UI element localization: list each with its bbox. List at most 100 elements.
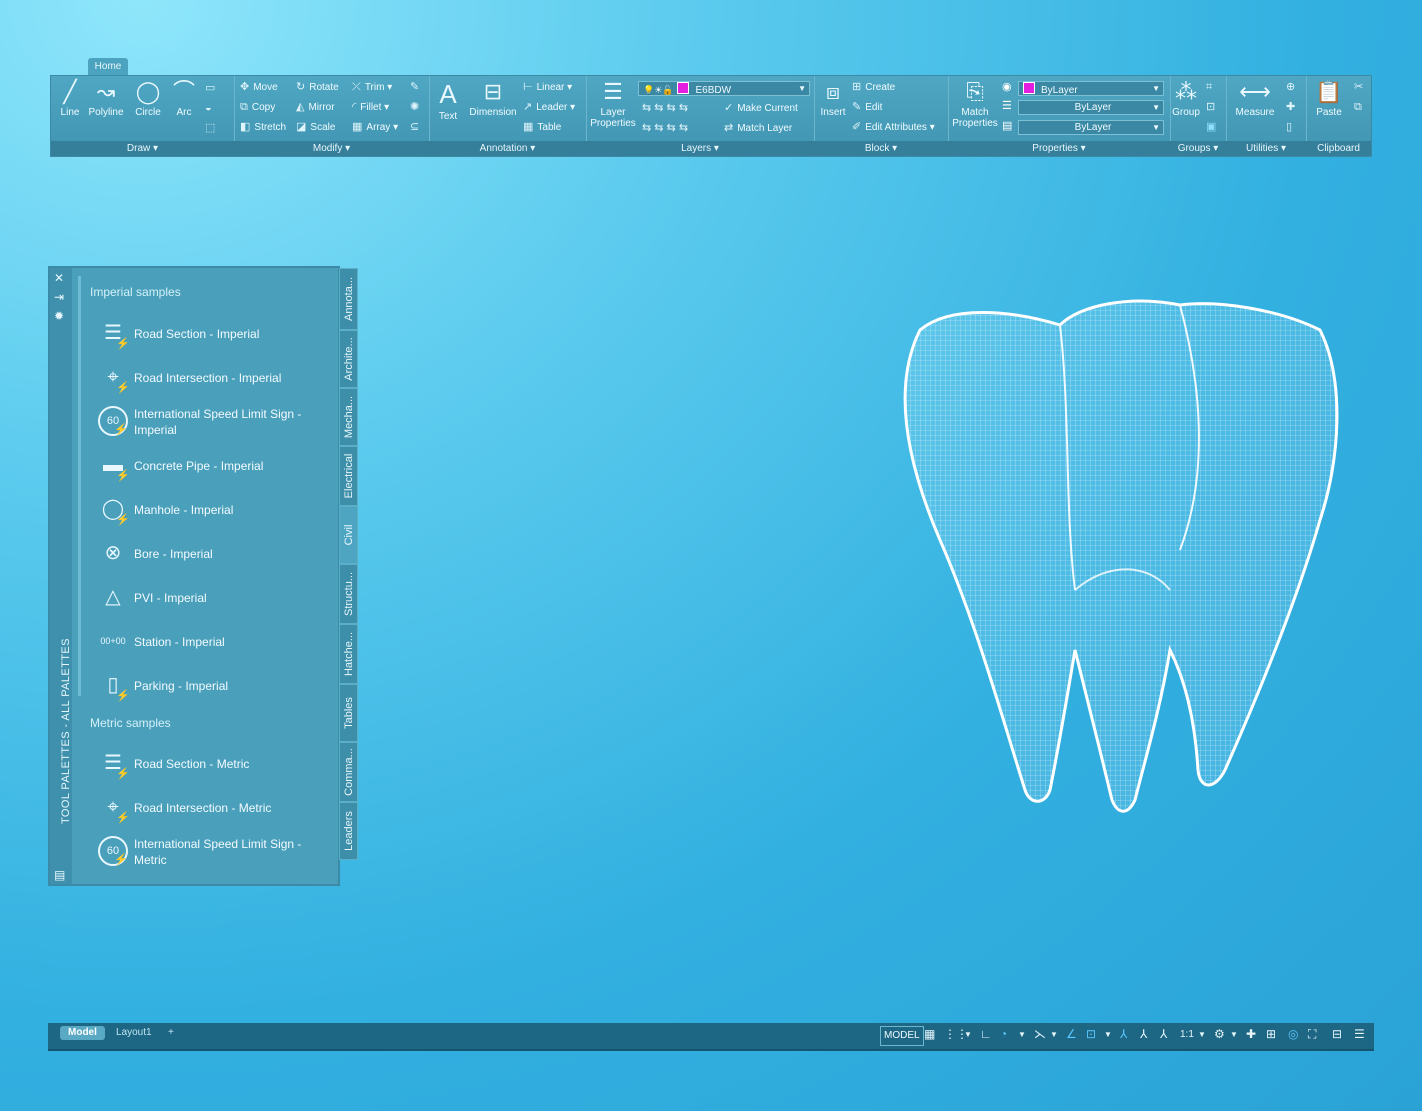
palette-tab[interactable]: Comma...: [339, 742, 358, 802]
annotation-panel-title[interactable]: Annotation ▾: [429, 141, 586, 156]
copy-clip-button[interactable]: ⧉: [1354, 99, 1366, 116]
trim-button[interactable]: ⤫ Trim ▾: [352, 79, 392, 96]
edit-block-button[interactable]: ✎ Edit: [852, 99, 882, 116]
explode-button[interactable]: ✺: [410, 99, 423, 116]
modify-panel-title[interactable]: Modify ▾: [234, 141, 429, 156]
tool-item[interactable]: ⊗ Bore - Imperial: [98, 534, 334, 574]
scale-button[interactable]: ◪ Scale: [296, 119, 335, 136]
object-snap-icon[interactable]: ⊡: [1086, 1027, 1096, 1041]
linear-button[interactable]: ⊢ Linear ▾: [523, 79, 572, 96]
layer-properties-button[interactable]: ☰ Layer Properties: [588, 79, 638, 137]
ungroup-button[interactable]: ⌗: [1206, 79, 1216, 96]
tool-item[interactable]: ☰ ⚡ Road Section - Imperial: [98, 314, 334, 354]
chevron-down-icon[interactable]: ▼: [1198, 1030, 1206, 1039]
chevron-down-icon[interactable]: ▼: [1230, 1030, 1238, 1039]
model-space-indicator[interactable]: MODEL: [880, 1026, 924, 1046]
annotation-visibility-icon[interactable]: ⅄: [1120, 1027, 1127, 1041]
group-select-button[interactable]: ▣: [1206, 119, 1220, 136]
clean-screen-icon[interactable]: ⊟: [1332, 1027, 1342, 1041]
boundary-button[interactable]: ⬚: [205, 120, 219, 137]
insert-button[interactable]: ⧈ Insert: [816, 79, 850, 137]
gear-icon[interactable]: ✹: [54, 309, 64, 323]
palette-tab[interactable]: Archite...: [339, 330, 358, 388]
annotation-scale-icon[interactable]: ⅄: [1160, 1027, 1167, 1041]
tool-item[interactable]: ⌖ ⚡ Road Intersection - Imperial: [98, 358, 334, 398]
chevron-down-icon[interactable]: ▼: [964, 1030, 972, 1039]
object-snap-tracking-icon[interactable]: ∠: [1066, 1027, 1077, 1041]
table-button[interactable]: ▦ Table: [523, 119, 561, 136]
palette-tab[interactable]: Leaders: [339, 802, 358, 860]
palette-properties-icon[interactable]: ▤: [54, 868, 65, 882]
tool-item[interactable]: 60 ⚡ International Speed Limit Sign - Imp…: [98, 402, 334, 442]
plus-icon[interactable]: ✚: [1246, 1027, 1256, 1041]
polar-icon[interactable]: ◔: [1000, 1027, 1007, 1041]
mirror-button[interactable]: ◭ Mirror: [296, 99, 335, 116]
measure-button[interactable]: ⟷ Measure: [1230, 79, 1280, 137]
palette-tab[interactable]: Structu...: [339, 564, 358, 624]
id-point-button[interactable]: ✚: [1286, 99, 1299, 116]
isodraft-icon[interactable]: ⋋: [1034, 1027, 1046, 1041]
arc-button[interactable]: ⌒ Arc: [165, 79, 203, 137]
palette-scrollbar[interactable]: [78, 276, 81, 696]
leader-button[interactable]: ↗ Leader ▾: [523, 99, 575, 116]
palette-tab[interactable]: Mecha...: [339, 388, 358, 446]
tool-item[interactable]: △ PVI - Imperial: [98, 578, 334, 618]
group-button[interactable]: ⁂ Group: [1170, 79, 1202, 137]
close-icon[interactable]: ✕: [54, 271, 64, 285]
customization-menu-icon[interactable]: ☰: [1354, 1027, 1365, 1041]
text-button[interactable]: A Text: [429, 79, 467, 137]
isolate-objects-icon[interactable]: ◎: [1288, 1027, 1298, 1041]
tool-item[interactable]: ◯ ⚡ Manhole - Imperial: [98, 490, 334, 530]
line-button[interactable]: ╱ Line: [53, 79, 87, 137]
auto-hide-icon[interactable]: ⇥: [54, 290, 64, 304]
paste-button[interactable]: 📋 Paste: [1310, 79, 1348, 137]
cut-button[interactable]: ✂: [1354, 79, 1367, 96]
palette-tab[interactable]: Tables: [339, 684, 358, 742]
polyline-button[interactable]: ↝ Polyline: [85, 79, 127, 137]
quick-calc-button[interactable]: ⊕: [1286, 79, 1299, 96]
chevron-down-icon[interactable]: ▼: [1018, 1030, 1026, 1039]
clipboard-panel-title[interactable]: Clipboard: [1306, 141, 1371, 156]
ribbon-tab-home[interactable]: Home: [88, 58, 128, 75]
make-current-button[interactable]: ✓ Make Current: [724, 100, 798, 117]
groups-panel-title[interactable]: Groups ▾: [1170, 141, 1226, 156]
utilities-panel-title[interactable]: Utilities ▾: [1226, 141, 1306, 156]
units-icon[interactable]: ⊞: [1266, 1027, 1276, 1041]
fillet-button[interactable]: ◜ Fillet ▾: [352, 99, 389, 116]
dimension-button[interactable]: ⊟ Dimension: [467, 79, 519, 137]
rotate-button[interactable]: ↻ Rotate: [296, 79, 339, 96]
ortho-icon[interactable]: ∟: [980, 1027, 992, 1041]
tool-item[interactable]: ☰ ⚡ Road Section - Metric: [98, 744, 334, 784]
block-panel-title[interactable]: Block ▾: [814, 141, 948, 156]
move-button[interactable]: ✥ Move: [240, 79, 278, 96]
palette-tab[interactable]: Electrical: [339, 446, 358, 506]
tooth-wireframe-model[interactable]: [880, 290, 1350, 830]
tab-layout1[interactable]: Layout1: [108, 1026, 160, 1040]
create-block-button[interactable]: ⊞ Create: [852, 79, 895, 96]
tool-item[interactable]: 00+00 Station - Imperial: [98, 622, 334, 662]
layer-tools-row1[interactable]: ⇆ ⇆ ⇆ ⇆: [642, 100, 692, 117]
tab-model[interactable]: Model: [60, 1026, 105, 1040]
tool-item[interactable]: ⌖ ⚡ Road Intersection - Metric: [98, 788, 334, 828]
group-edit-button[interactable]: ⊡: [1206, 99, 1219, 116]
add-layout-button[interactable]: +: [160, 1026, 182, 1040]
auto-scale-icon[interactable]: ⅄: [1140, 1027, 1147, 1041]
palette-tab[interactable]: Annota...: [339, 268, 358, 330]
layers-panel-title[interactable]: Layers ▾: [586, 141, 814, 156]
offset-button[interactable]: ⊆: [410, 119, 423, 136]
color-dropdown[interactable]: ByLayer ▼: [1018, 81, 1164, 96]
layer-dropdown[interactable]: 💡☀🔓 E6BDW ▼: [638, 81, 810, 96]
properties-panel-title[interactable]: Properties ▾: [948, 141, 1170, 156]
tool-item[interactable]: ▬ ⚡ Concrete Pipe - Imperial: [98, 446, 334, 486]
circle-button[interactable]: ◯ Circle: [127, 79, 169, 137]
calculator-button[interactable]: ▯: [1286, 119, 1296, 136]
chevron-down-icon[interactable]: ▼: [1104, 1030, 1112, 1039]
workspace-gear-icon[interactable]: ⚙: [1214, 1027, 1225, 1041]
copy-button[interactable]: ⧉ Copy: [240, 99, 275, 116]
linetype-dropdown[interactable]: ByLayer ▼: [1018, 120, 1164, 135]
draw-panel-title[interactable]: Draw ▾: [51, 141, 234, 156]
lineweight-dropdown[interactable]: ByLayer ▼: [1018, 100, 1164, 115]
palette-title-bar[interactable]: ✕ ⇥ ✹ TOOL PALETTES - ALL PALETTES ▤: [50, 268, 72, 884]
layer-tools-row2[interactable]: ⇆ ⇆ ⇆ ⇆: [642, 120, 692, 137]
grid-icon[interactable]: ▦: [924, 1027, 935, 1041]
